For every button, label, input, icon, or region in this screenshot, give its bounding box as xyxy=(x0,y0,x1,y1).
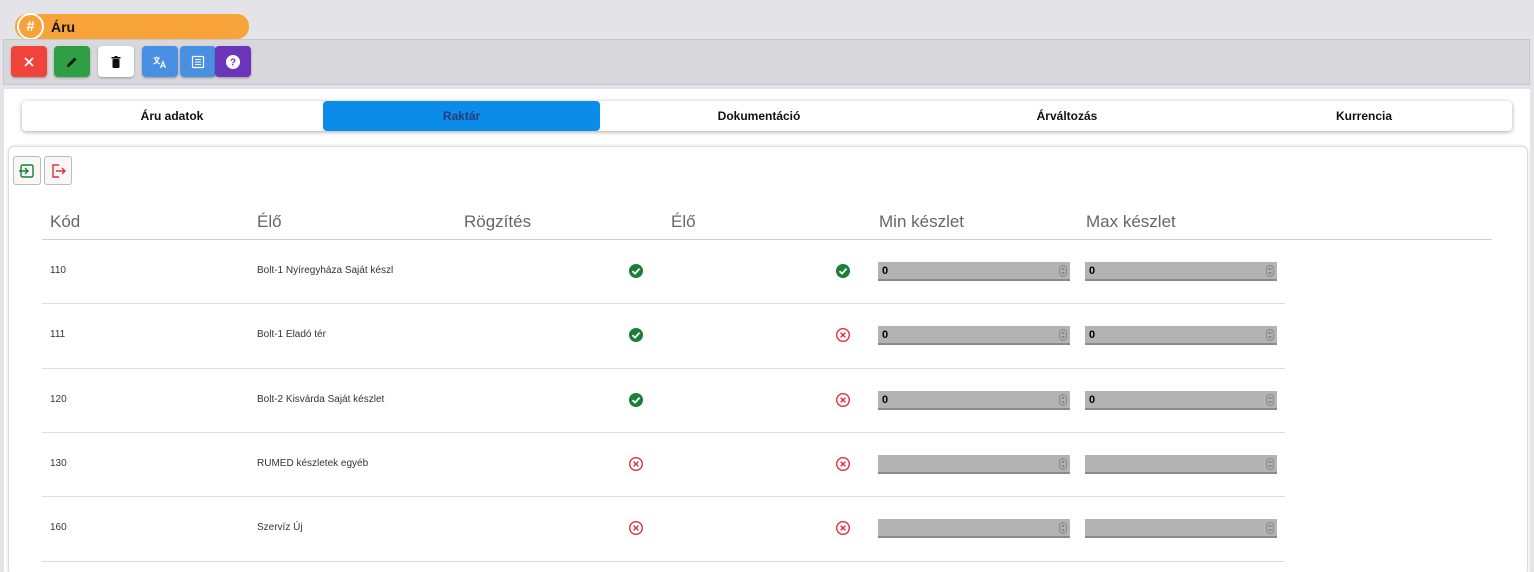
spinner-icon[interactable] xyxy=(1266,329,1274,342)
pencil-icon xyxy=(67,57,77,67)
x-circle-icon[interactable] xyxy=(835,327,851,343)
cell-nev: Bolt-2 Kisvárda Saját készlet xyxy=(257,393,385,405)
x-circle-icon[interactable] xyxy=(835,392,851,408)
cell-kod: 110 xyxy=(50,265,66,276)
header-elo-status[interactable]: Élő xyxy=(671,212,696,232)
cell-kod: 111 xyxy=(50,329,66,341)
cell-nev: RUMED készletek egyéb xyxy=(257,457,369,469)
check-circle-icon[interactable] xyxy=(628,392,644,408)
max-stock-input[interactable] xyxy=(1085,454,1277,474)
x-circle-icon[interactable] xyxy=(628,456,644,472)
check-circle-icon[interactable] xyxy=(628,263,644,279)
tab-bar: Áru adatok Raktár Dokumentáció Árváltozá… xyxy=(22,101,1512,131)
max-stock-value: 0 xyxy=(1089,329,1096,342)
min-stock-input[interactable] xyxy=(878,519,1070,539)
min-stock-input[interactable]: 0 xyxy=(878,326,1070,346)
max-stock-input[interactable] xyxy=(1085,519,1277,539)
logout-icon xyxy=(52,163,66,178)
question-icon: ? xyxy=(226,54,240,69)
check-circle-icon[interactable] xyxy=(628,327,644,343)
spinner-icon[interactable] xyxy=(1266,457,1274,470)
header-max-keszlet[interactable]: Max készlet xyxy=(1086,212,1176,232)
export-button[interactable] xyxy=(44,156,72,185)
list-icon xyxy=(191,55,205,68)
spinner-icon[interactable] xyxy=(1059,522,1067,535)
tab-arvaltozas[interactable]: Árváltozás xyxy=(918,101,1216,131)
spinner-icon[interactable] xyxy=(1266,265,1274,277)
cell-kod: 130 xyxy=(50,457,67,469)
max-stock-input[interactable]: 0 xyxy=(1085,390,1277,410)
max-stock-value: 0 xyxy=(1089,265,1096,277)
cell-kod: 120 xyxy=(50,393,67,405)
row-divider xyxy=(42,368,1285,369)
toolbar: ? xyxy=(3,39,1530,85)
min-stock-value: 0 xyxy=(882,329,889,342)
row-divider xyxy=(42,496,1285,497)
x-circle-icon[interactable] xyxy=(835,456,851,472)
tab-dokumentacio[interactable]: Dokumentáció xyxy=(600,101,918,131)
login-icon xyxy=(19,163,34,178)
min-stock-input[interactable]: 0 xyxy=(878,262,1070,281)
cell-nev: Bolt-1 Nyíregyháza Saját készl xyxy=(257,265,394,276)
row-divider xyxy=(42,303,1285,304)
row-divider xyxy=(42,561,1285,562)
svg-text:?: ? xyxy=(230,57,236,68)
min-stock-value: 0 xyxy=(882,393,889,406)
min-stock-input[interactable]: 0 xyxy=(878,390,1070,410)
translate-button[interactable] xyxy=(142,46,178,77)
translate-icon xyxy=(153,56,167,68)
tab-kurrencia[interactable]: Kurrencia xyxy=(1216,101,1512,131)
help-button[interactable]: ? xyxy=(215,46,251,77)
header-elo[interactable]: Élő xyxy=(257,212,282,232)
close-icon xyxy=(24,56,34,67)
max-stock-input[interactable]: 0 xyxy=(1085,326,1277,346)
row-divider xyxy=(42,432,1285,433)
x-circle-icon[interactable] xyxy=(835,520,851,536)
cell-nev: Szervíz Új xyxy=(257,522,303,534)
list-button[interactable] xyxy=(180,46,216,77)
import-button[interactable] xyxy=(13,156,41,185)
spinner-icon[interactable] xyxy=(1059,265,1067,277)
min-stock-input[interactable] xyxy=(878,454,1070,474)
warehouse-card xyxy=(8,146,1528,572)
spinner-icon[interactable] xyxy=(1059,329,1067,342)
x-circle-icon[interactable] xyxy=(628,520,644,536)
header-divider xyxy=(42,239,1492,240)
spinner-icon[interactable] xyxy=(1059,393,1067,406)
hash-icon: # xyxy=(17,13,44,40)
max-stock-input[interactable]: 0 xyxy=(1085,262,1277,281)
window-title: Áru xyxy=(51,19,76,35)
check-circle-icon[interactable] xyxy=(835,263,851,279)
delete-button[interactable] xyxy=(98,46,134,77)
header-min-keszlet[interactable]: Min készlet xyxy=(879,212,964,232)
edit-button[interactable] xyxy=(54,46,90,77)
close-button[interactable] xyxy=(11,46,47,77)
trash-icon xyxy=(111,55,121,68)
header-rogzites[interactable]: Rögzítés xyxy=(464,212,531,232)
cell-kod: 160 xyxy=(50,522,67,534)
min-stock-value: 0 xyxy=(882,265,889,277)
cell-nev: Bolt-1 Eladó tér xyxy=(257,329,326,341)
tab-aru-adatok[interactable]: Áru adatok xyxy=(22,101,322,131)
spinner-icon[interactable] xyxy=(1266,522,1274,535)
spinner-icon[interactable] xyxy=(1266,393,1274,406)
header-kod[interactable]: Kód xyxy=(50,212,80,232)
max-stock-value: 0 xyxy=(1089,393,1096,406)
tab-raktar[interactable]: Raktár xyxy=(323,101,600,131)
spinner-icon[interactable] xyxy=(1059,457,1067,470)
